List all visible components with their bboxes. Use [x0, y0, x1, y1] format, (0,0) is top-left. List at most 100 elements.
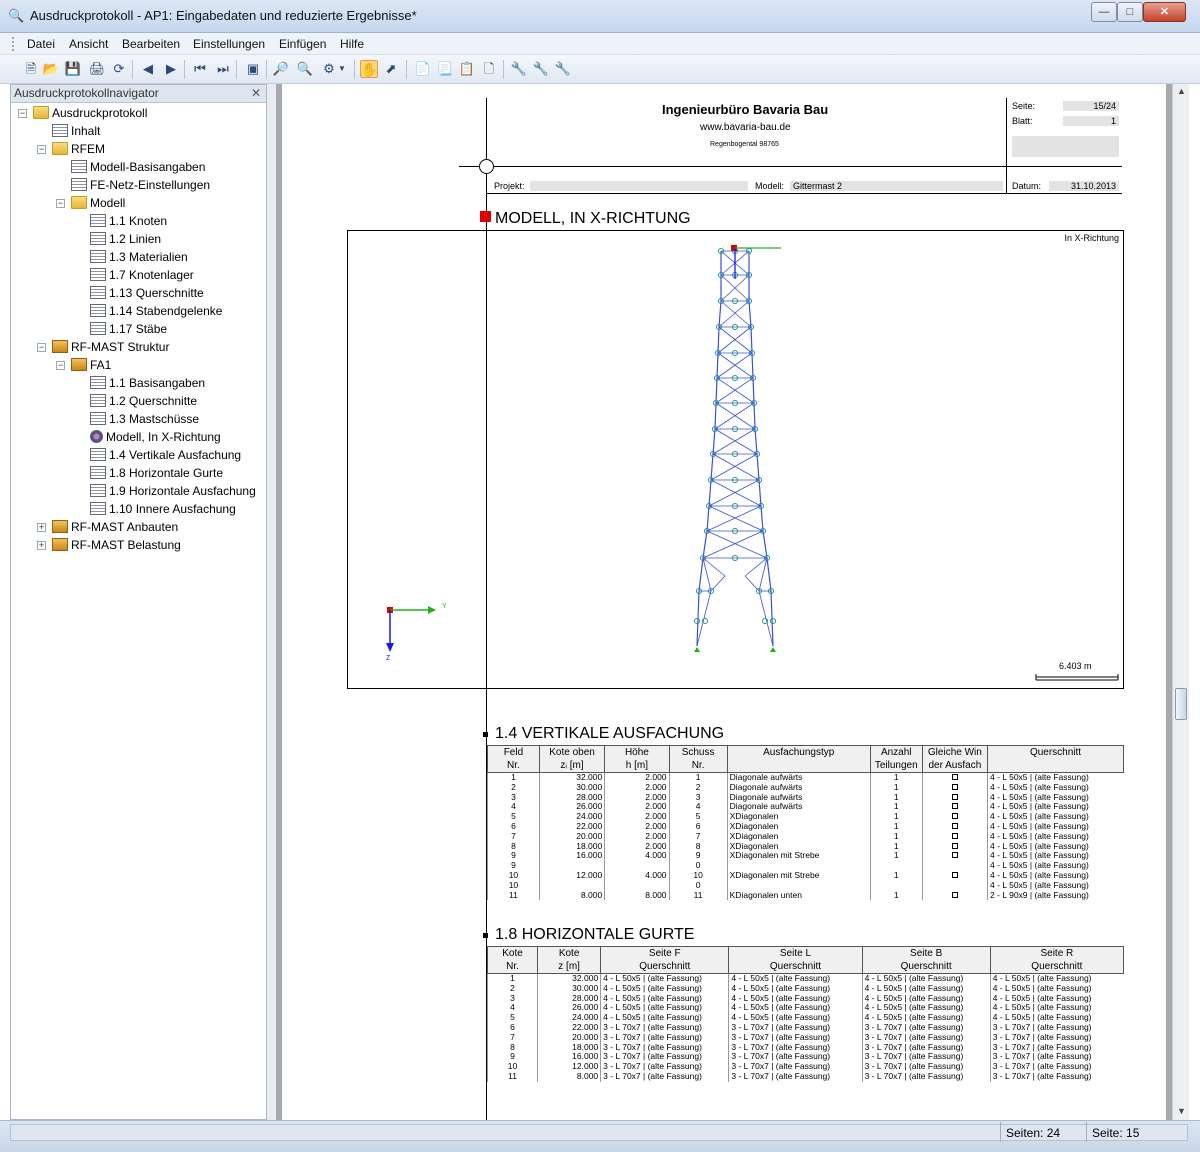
checkbox-icon	[951, 832, 958, 839]
refresh-icon[interactable]: ⟳	[110, 60, 128, 78]
tree-item[interactable]: 1.8 Horizontale Gurte	[90, 464, 223, 482]
chevron-down-icon[interactable]: ▼	[337, 60, 347, 78]
save-icon[interactable]: 💾	[64, 60, 82, 78]
open-icon[interactable]: 📂	[42, 60, 60, 78]
equal-widths-checkbox	[921, 880, 988, 891]
column-subheader	[726, 759, 871, 773]
collapse-icon[interactable]: −	[56, 361, 65, 370]
table-cell: 2 - L 90x9 | (alte Fassung)	[987, 890, 1124, 901]
tree-item[interactable]: FE-Netz-Einstellungen	[71, 176, 210, 194]
equal-widths-checkbox	[921, 870, 988, 881]
menu-datei[interactable]: Datei	[27, 37, 55, 51]
collapse-icon[interactable]: −	[18, 109, 27, 118]
mast-member	[706, 505, 762, 532]
column-subheader: Nr.	[486, 960, 539, 974]
tree-item[interactable]: 1.13 Querschnitte	[90, 284, 204, 302]
last-page-icon[interactable]: ⏭	[214, 60, 232, 78]
tree-item[interactable]: Inhalt	[52, 122, 100, 140]
tree-item[interactable]: 1.3 Materialien	[90, 248, 188, 266]
equal-widths-checkbox	[921, 802, 988, 813]
column-subheader: Querschnitt	[861, 960, 991, 974]
tree-item[interactable]: 1.9 Horizontale Ausfachung	[90, 482, 256, 500]
menu-einfuegen[interactable]: Einfügen	[279, 37, 326, 51]
maximize-button[interactable]: □	[1117, 2, 1143, 22]
print-icon[interactable]: 🖨	[88, 60, 106, 78]
mast-member	[710, 479, 762, 507]
zoom-out-icon[interactable]: 🔍	[296, 60, 314, 78]
equal-widths-checkbox	[921, 792, 988, 803]
collapse-icon[interactable]: −	[56, 199, 65, 208]
mast-icon	[52, 340, 68, 353]
menu-einstellungen[interactable]: Einstellungen	[193, 37, 265, 51]
tree-item[interactable]: Modell	[71, 194, 125, 212]
equal-widths-checkbox	[921, 851, 988, 862]
mast-member	[702, 530, 708, 559]
tree-item[interactable]: 1.1 Knoten	[90, 212, 167, 230]
collapse-icon[interactable]: −	[37, 343, 46, 352]
menu-grip	[12, 37, 15, 51]
tree-item[interactable]: 1.14 Stabendgelenke	[90, 302, 222, 320]
model-icon	[90, 430, 103, 443]
page-setup-icon[interactable]: ▣	[244, 60, 262, 78]
tree-item[interactable]: 1.7 Knotenlager	[90, 266, 194, 284]
tool-b-icon[interactable]: 🔧	[532, 60, 550, 78]
tree-item[interactable]: 1.2 Querschnitte	[90, 392, 197, 410]
scroll-up-icon[interactable]: ▲	[1177, 86, 1186, 96]
column-header: Seite B	[861, 946, 991, 960]
section-marker-red	[480, 211, 491, 222]
insert-table-icon[interactable]: 📋	[458, 60, 476, 78]
menu-hilfe[interactable]: Hilfe	[340, 37, 364, 51]
minimize-button[interactable]: —	[1091, 2, 1117, 22]
tree-item[interactable]: RF-MAST Anbauten	[52, 518, 178, 536]
tree-item[interactable]: 1.10 Innere Ausfachung	[90, 500, 236, 518]
settings-icon[interactable]: ⚙	[320, 60, 338, 78]
tree-item[interactable]: 1.4 Vertikale Ausfachung	[90, 446, 241, 464]
tree-item[interactable]: Modell-Basisangaben	[71, 158, 205, 176]
close-button[interactable]: ✕	[1143, 2, 1186, 22]
mast-member	[766, 557, 772, 592]
insert-page-icon[interactable]: 🗋	[480, 60, 498, 78]
tree-item[interactable]: RF-MAST Belastung	[52, 536, 181, 554]
tree-item-label: 1.2 Linien	[109, 232, 162, 246]
tree-item[interactable]: 1.1 Basisangaben	[90, 374, 205, 392]
tool-c-icon[interactable]: 🔧	[554, 60, 572, 78]
panel-splitter[interactable]	[267, 84, 276, 1120]
insert-text-icon[interactable]: 📃	[436, 60, 454, 78]
vertical-scrollbar[interactable]: ▲ ▼	[1172, 84, 1189, 1120]
mast-member	[698, 557, 704, 592]
previous-page-icon[interactable]: ◀	[139, 60, 157, 78]
checkbox-icon	[951, 783, 958, 790]
equal-widths-checkbox	[921, 812, 988, 822]
mast-member	[714, 402, 755, 430]
expand-icon[interactable]: +	[37, 541, 46, 550]
tree-item[interactable]: FA1	[71, 356, 111, 374]
equal-widths-checkbox	[921, 841, 988, 852]
scroll-down-icon[interactable]: ▼	[1177, 1106, 1186, 1116]
hand-tool-icon[interactable]: ✋	[360, 60, 378, 78]
zoom-in-icon[interactable]: 🔎	[272, 60, 290, 78]
new-icon[interactable]: 🗎	[22, 60, 40, 78]
navigator-close-icon[interactable]: ✕	[251, 85, 261, 102]
scroll-thumb[interactable]	[1175, 688, 1187, 720]
next-page-icon[interactable]: ▶	[162, 60, 180, 78]
expand-icon[interactable]: +	[37, 523, 46, 532]
tree-item[interactable]: RFEM	[52, 140, 105, 158]
insert-graphic-icon[interactable]: 📄	[414, 60, 432, 78]
tree-item[interactable]: RF-MAST Struktur	[52, 338, 169, 356]
mast-member	[710, 453, 758, 481]
tree-item[interactable]: 1.3 Mastschüsse	[90, 410, 199, 428]
menu-bearbeiten[interactable]: Bearbeiten	[122, 37, 180, 51]
menu-ansicht[interactable]: Ansicht	[69, 37, 108, 51]
table-icon	[90, 466, 106, 479]
mast-member	[718, 300, 722, 328]
tree-item[interactable]: 1.17 Stäbe	[90, 320, 167, 338]
select-tool-icon[interactable]: ⬈	[382, 60, 400, 78]
tree-item[interactable]: Ausdruckprotokoll	[33, 104, 147, 122]
collapse-icon[interactable]: −	[37, 145, 46, 154]
section-marker	[483, 732, 488, 737]
mast-member	[744, 575, 760, 592]
first-page-icon[interactable]: ⏮	[191, 60, 209, 78]
tree-item[interactable]: 1.2 Linien	[90, 230, 161, 248]
tool-a-icon[interactable]: 🔧	[510, 60, 528, 78]
tree-item[interactable]: Modell, In X-Richtung	[90, 428, 221, 446]
